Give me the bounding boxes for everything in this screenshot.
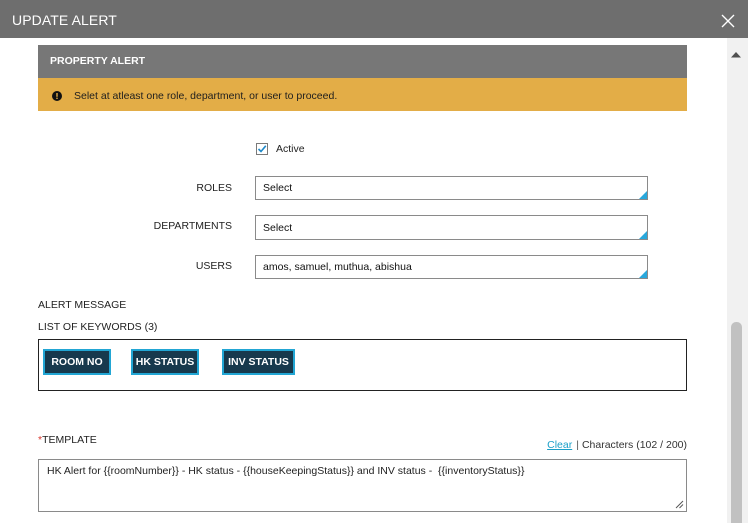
departments-select-value: Select xyxy=(263,221,293,234)
scroll-up-arrow-icon[interactable] xyxy=(731,51,741,58)
exclamation-circle-icon xyxy=(52,91,62,101)
users-select[interactable]: amos, samuel, muthua, abishua xyxy=(255,255,648,279)
users-label: USERS xyxy=(195,260,232,272)
roles-label: ROLES xyxy=(196,182,232,194)
keywords-label: LIST OF KEYWORDS (3) xyxy=(38,321,158,333)
keyword-chip-inv-status[interactable]: INV STATUS xyxy=(222,349,295,375)
dropdown-corner-icon xyxy=(639,191,647,199)
template-textarea[interactable]: HK Alert for {{roomNumber}} - HK status … xyxy=(38,459,687,512)
template-label-text: TEMPLATE xyxy=(42,434,97,446)
template-label: *TEMPLATE xyxy=(38,433,97,447)
alert-message-title: ALERT MESSAGE xyxy=(38,299,127,311)
dropdown-corner-icon xyxy=(639,270,647,278)
users-select-value: amos, samuel, muthua, abishua xyxy=(263,261,412,273)
scrollbar-thumb[interactable] xyxy=(731,322,742,523)
update-alert-dialog: UPDATE ALERT PROPERTY ALERT Selet at atl… xyxy=(0,0,748,523)
clear-link[interactable]: Clear xyxy=(547,439,572,451)
warning-banner: Selet at atleast one role, department, o… xyxy=(38,78,687,111)
characters-count: Characters (102 / 200) xyxy=(581,439,687,451)
close-icon xyxy=(721,14,735,28)
departments-label: DEPARTMENTS xyxy=(153,220,232,232)
roles-select-value: Select xyxy=(263,182,293,194)
check-icon xyxy=(257,145,267,153)
dialog-title: UPDATE ALERT xyxy=(12,12,117,28)
template-counter: Clear | Characters (102 / 200) xyxy=(400,438,687,452)
keyword-chip-room-no[interactable]: ROOM NO xyxy=(43,349,111,375)
close-button[interactable] xyxy=(719,12,737,30)
section-header: PROPERTY ALERT xyxy=(38,45,687,78)
title-bar: UPDATE ALERT xyxy=(0,0,748,38)
section-title: PROPERTY ALERT xyxy=(50,55,146,67)
resize-handle-icon[interactable] xyxy=(674,499,684,509)
warning-text: Selet at atleast one role, department, o… xyxy=(74,90,338,102)
active-label: Active xyxy=(276,143,305,155)
keywords-box: ROOM NO HK STATUS INV STATUS xyxy=(38,339,687,391)
departments-select[interactable]: Select xyxy=(255,215,648,240)
roles-select[interactable]: Select xyxy=(255,176,648,200)
active-checkbox[interactable] xyxy=(256,143,268,155)
counter-separator: | xyxy=(576,439,579,451)
dropdown-corner-icon xyxy=(639,231,647,239)
keyword-chip-hk-status[interactable]: HK STATUS xyxy=(131,349,199,375)
